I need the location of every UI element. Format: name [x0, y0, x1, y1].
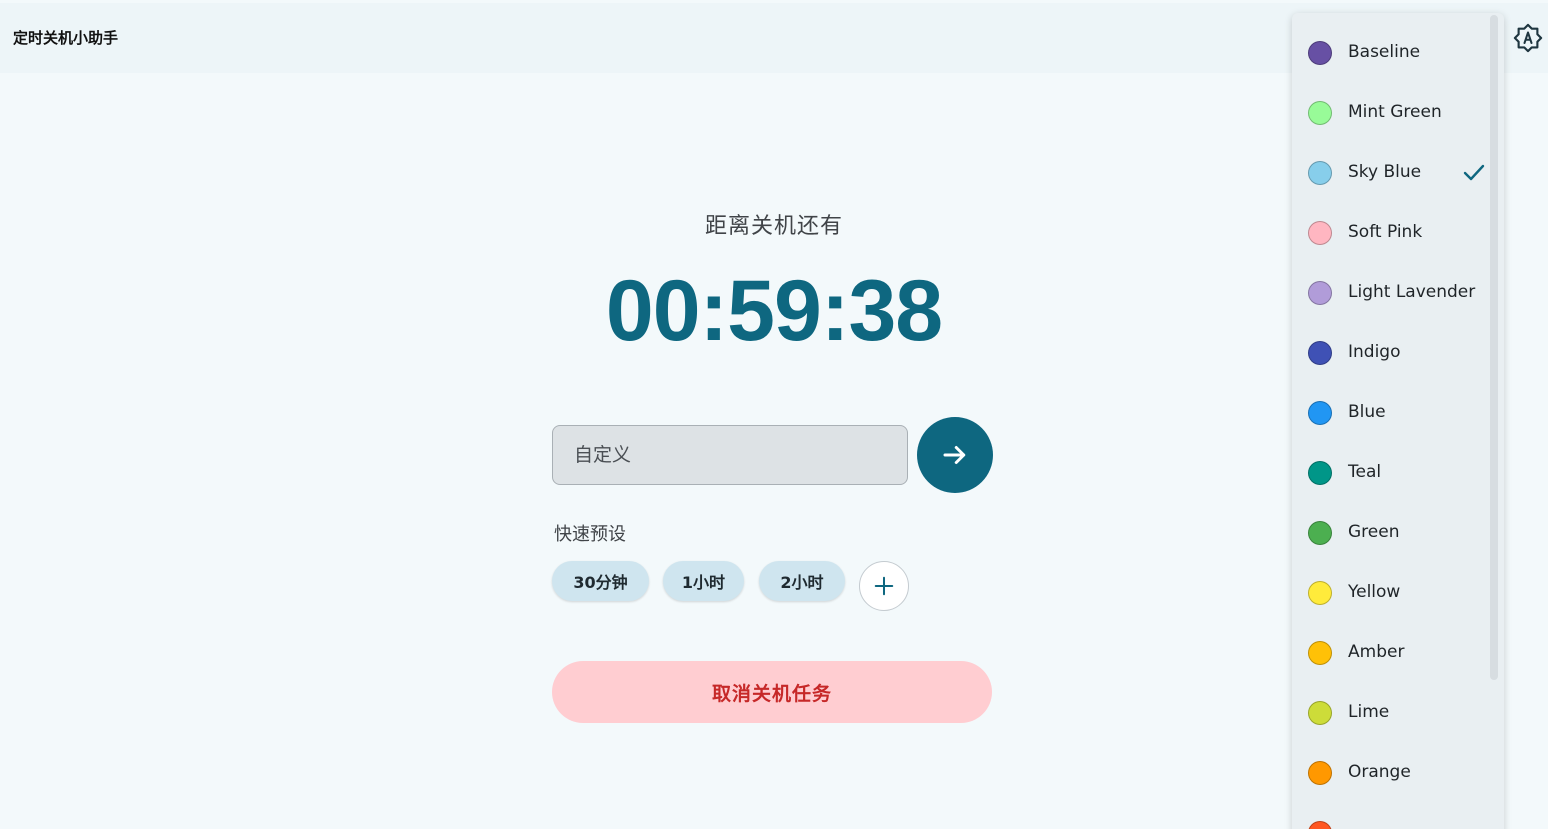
- start-button[interactable]: [917, 417, 993, 493]
- menu-item-label: Green: [1348, 522, 1400, 542]
- color-swatch: [1308, 761, 1332, 785]
- menu-item-lime[interactable]: Lime: [1292, 683, 1488, 743]
- color-swatch: [1308, 41, 1332, 65]
- menu-item-label: Blue: [1348, 402, 1386, 422]
- brightness-auto-icon: [1513, 23, 1543, 53]
- menu-item-label: Indigo: [1348, 342, 1401, 362]
- menu-item-label: Yellow: [1348, 582, 1401, 602]
- menu-item-amber[interactable]: Amber: [1292, 623, 1488, 683]
- menu-item-label: Teal: [1348, 462, 1382, 482]
- menu-item-label: Lime: [1348, 702, 1390, 722]
- menu-item-label: Amber: [1348, 642, 1405, 662]
- menu-item-baseline[interactable]: Baseline: [1292, 23, 1488, 83]
- color-swatch: [1308, 581, 1332, 605]
- menu-item-green[interactable]: Green: [1292, 503, 1488, 563]
- cancel-shutdown-button[interactable]: 取消关机任务: [552, 661, 992, 723]
- check-icon: [1463, 164, 1485, 181]
- theme-button[interactable]: [1510, 20, 1546, 56]
- menu-item-label: Soft Pink: [1348, 222, 1423, 242]
- menu-item-soft-pink[interactable]: Soft Pink: [1292, 203, 1488, 263]
- color-swatch: [1308, 701, 1332, 725]
- menu-item-mint-green[interactable]: Mint Green: [1292, 83, 1488, 143]
- menu-item-indigo[interactable]: Indigo: [1292, 323, 1488, 383]
- color-swatch: [1308, 221, 1332, 245]
- color-swatch: [1308, 821, 1332, 829]
- menu-item-light-lavender[interactable]: Light Lavender: [1292, 263, 1488, 323]
- menu-item-partial[interactable]: [1292, 803, 1488, 829]
- color-swatch: [1308, 401, 1332, 425]
- color-swatch: [1308, 281, 1332, 305]
- color-swatch: [1308, 101, 1332, 125]
- color-swatch: [1308, 341, 1332, 365]
- add-preset-button[interactable]: [859, 561, 909, 611]
- color-swatch: [1308, 641, 1332, 665]
- menu-item-teal[interactable]: Teal: [1292, 443, 1488, 503]
- color-swatch: [1308, 461, 1332, 485]
- menu-item-label: Mint Green: [1348, 102, 1442, 122]
- color-swatch: [1308, 161, 1332, 185]
- menu-item-label: Light Lavender: [1348, 282, 1476, 302]
- color-swatch: [1308, 521, 1332, 545]
- menu-item-label: Orange: [1348, 762, 1411, 782]
- menu-item-blue[interactable]: Blue: [1292, 383, 1488, 443]
- preset-chip-1h[interactable]: 1小时: [663, 561, 744, 601]
- preset-chip-2h[interactable]: 2小时: [759, 561, 845, 601]
- app-title: 定时关机小助手: [13, 29, 119, 47]
- arrow-right-icon: [943, 446, 966, 464]
- plus-icon: [874, 576, 894, 596]
- preset-chip-30min[interactable]: 30分钟: [552, 561, 649, 601]
- menu-item-orange[interactable]: Orange: [1292, 743, 1488, 803]
- menu-item-label: Baseline: [1348, 42, 1421, 62]
- menu-item-label: Sky Blue: [1348, 162, 1422, 182]
- menu-item-sky-blue[interactable]: Sky Blue: [1292, 143, 1488, 203]
- theme-color-menu: Baseline Mint Green Sky Blue Soft Pink Light…: [1292, 13, 1504, 829]
- presets-label: 快速预设: [554, 524, 626, 545]
- menu-scrollbar[interactable]: [1490, 15, 1498, 680]
- custom-time-input[interactable]: [552, 425, 908, 485]
- menu-item-yellow[interactable]: Yellow: [1292, 563, 1488, 623]
